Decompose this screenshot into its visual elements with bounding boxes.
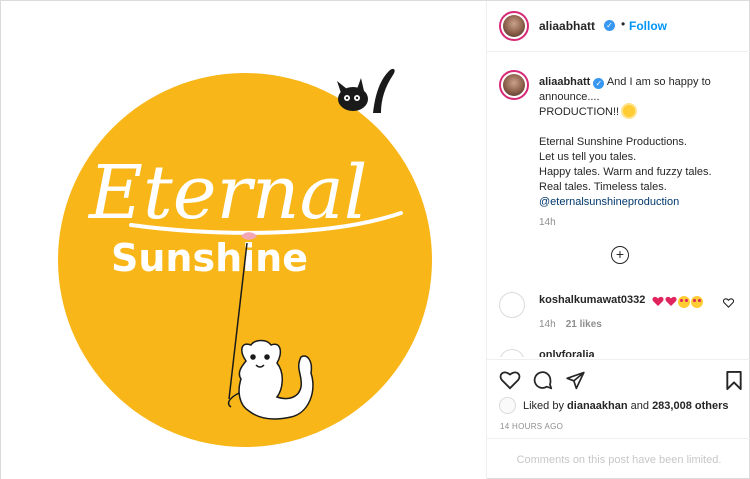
red-heart-emoji-icon: [665, 296, 677, 306]
caption-line-2: PRODUCTION!!: [539, 105, 739, 120]
action-bar: [487, 359, 750, 401]
plus-circle-icon: +: [615, 246, 625, 262]
caption-time[interactable]: 14h: [539, 217, 556, 228]
caption-username[interactable]: aliaabhatt: [539, 76, 590, 88]
logo-title-bold: Sunshine: [111, 236, 308, 280]
comment-time[interactable]: 14h: [539, 319, 556, 330]
post-timestamp[interactable]: 14 HOURS AGO: [500, 422, 563, 431]
comment-like-heart-icon[interactable]: [723, 298, 734, 308]
caption-line-5: Happy tales. Warm and fuzzy tales.: [539, 166, 712, 178]
logo-title-script: Eternal: [87, 150, 367, 236]
black-cat-illustration: [337, 68, 395, 113]
post-header: aliaabhatt ✓ • Follow: [487, 1, 750, 52]
comment-likes[interactable]: 21 likes: [566, 319, 602, 330]
separator-dot: •: [621, 17, 626, 31]
comment-row: koshalkumawat0332 14h 21 likes: [487, 288, 750, 338]
comment-avatar[interactable]: [499, 349, 525, 357]
share-icon[interactable]: [565, 370, 586, 390]
bookmark-icon[interactable]: [725, 370, 743, 391]
eternal-sunshine-logo: Eternal Sunshine: [58, 68, 432, 447]
likes-count[interactable]: 283,008 others: [652, 400, 728, 412]
likes-and: and: [630, 400, 649, 412]
comment-avatar[interactable]: [499, 292, 525, 318]
post-container: Eternal Sunshine aliaabhatt ✓ • Follow a…: [0, 0, 750, 479]
follow-button[interactable]: Follow: [629, 19, 667, 33]
comment-emojis: [651, 293, 703, 311]
caption-line-6: Real tales. Timeless tales.: [539, 181, 667, 193]
caption-mention-link[interactable]: @eternalsunshineproduction: [539, 195, 739, 210]
comment-meta: 14h 21 likes: [539, 319, 602, 330]
verified-badge-icon: ✓: [604, 20, 615, 31]
caption-line-4: Let us tell you tales.: [539, 151, 637, 163]
heart-icon[interactable]: [499, 370, 521, 390]
liker-avatar[interactable]: [499, 397, 516, 414]
load-more-comments-button[interactable]: +: [611, 246, 629, 264]
comment-row: onlyforalia: [487, 343, 750, 357]
red-heart-emoji-icon: [652, 296, 664, 306]
comment-icon[interactable]: [532, 370, 553, 391]
comments-limited-notice: Comments on this post have been limited.: [487, 438, 750, 479]
caption-line-3: Eternal Sunshine Productions.: [539, 136, 687, 148]
comment-username[interactable]: koshalkumawat0332: [539, 294, 645, 306]
header-username[interactable]: aliaabhatt: [539, 19, 595, 33]
post-sidebar: aliaabhatt ✓ • Follow aliaabhatt ✓ And I …: [487, 1, 750, 479]
caption-text: aliaabhatt ✓ And I am so happy to announc…: [539, 75, 739, 210]
post-image[interactable]: Eternal Sunshine: [1, 1, 487, 479]
comment-username[interactable]: onlyforalia: [539, 349, 595, 357]
verified-badge-icon: ✓: [593, 78, 605, 89]
heart-eyes-emoji-icon: [691, 296, 703, 308]
caption-avatar[interactable]: [499, 70, 529, 100]
heart-eyes-emoji-icon: [678, 296, 690, 308]
sun-emoji-icon: [623, 105, 636, 117]
likes-prefix: Liked by: [523, 400, 564, 412]
liker-username[interactable]: dianaakhan: [567, 400, 628, 412]
avatar[interactable]: [499, 11, 529, 41]
